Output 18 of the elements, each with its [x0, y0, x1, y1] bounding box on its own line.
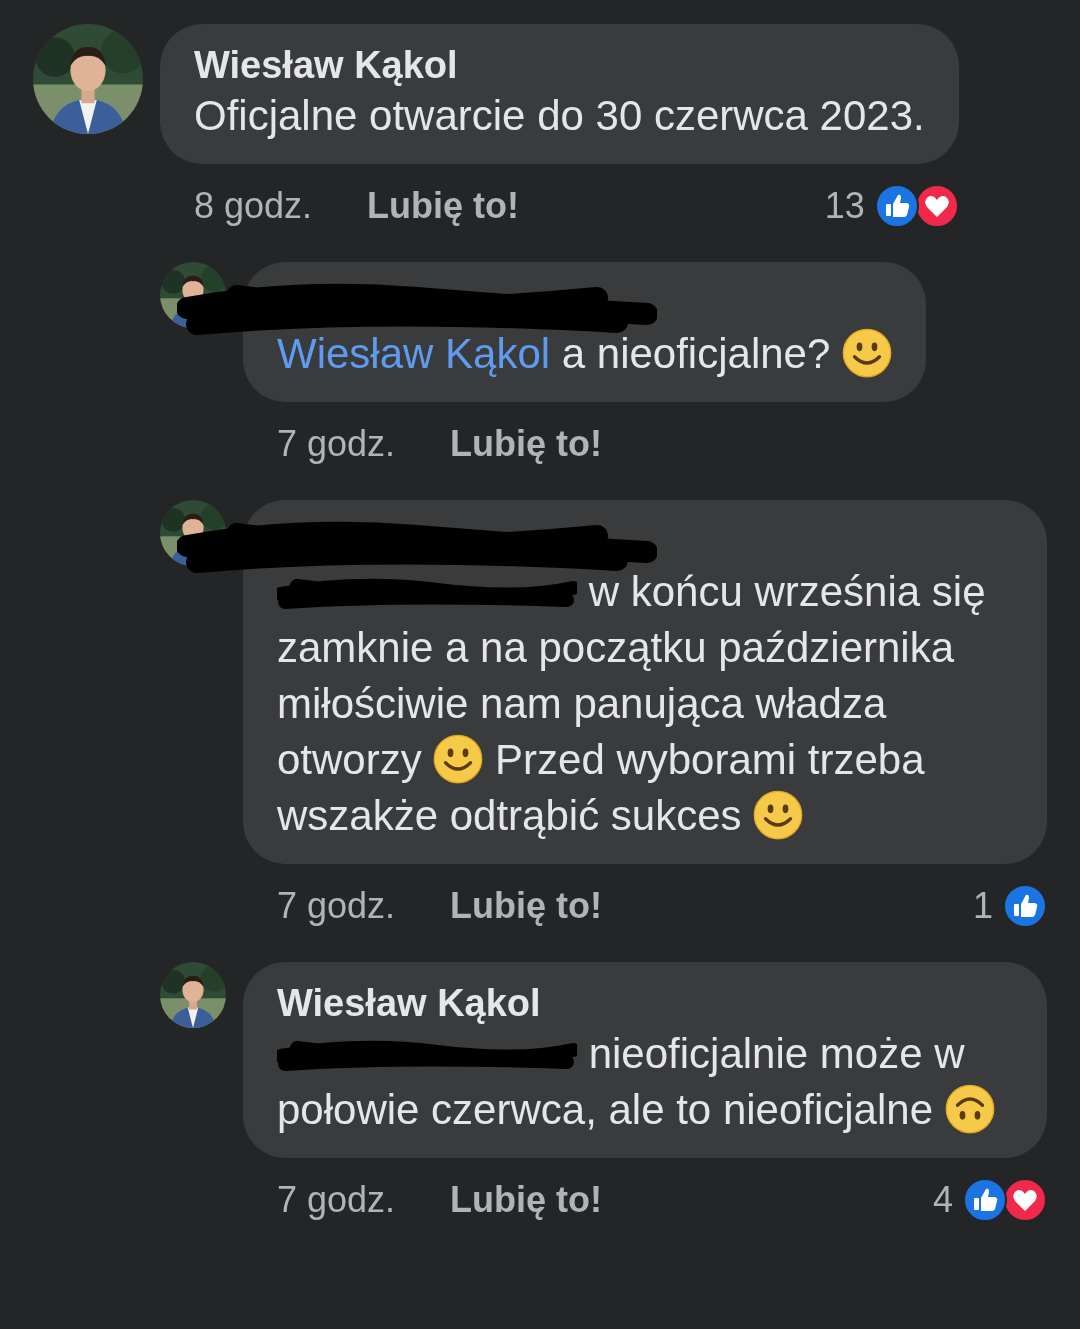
- comment-text: Wiesław Kąkol a nieoficjalne?: [277, 326, 892, 382]
- comment-text: nieoficjalnie może w połowie czerwca, ale to nieoficjalne: [277, 1026, 1013, 1138]
- like-link[interactable]: Lubię to!: [450, 417, 603, 471]
- like-link[interactable]: Lubię to!: [367, 179, 520, 233]
- mention-link[interactable]: Wiesław Kąkol: [277, 330, 551, 377]
- comment-text: Oficjalne otwarcie do 30 czerwca 2023.: [194, 91, 925, 141]
- comment-time: 7 godz.: [277, 884, 396, 928]
- author-name[interactable]: Wiesław Kąkol: [194, 42, 925, 88]
- like-link[interactable]: Lubię to!: [450, 1173, 603, 1227]
- comment-time: 7 godz.: [277, 422, 396, 466]
- comment-time: 7 godz.: [277, 1178, 396, 1222]
- author-name[interactable]: Wiesław Kąkol: [277, 980, 1013, 1026]
- reaction-count: 13: [824, 184, 865, 228]
- like-link[interactable]: Lubię to!: [450, 879, 603, 933]
- reaction-count: 4: [932, 1178, 953, 1222]
- comment-time: 8 godz.: [194, 184, 313, 228]
- comment-text: w końcu września się zamknie a na początku października miłościwie nam panująca władza otworzy Przed wyborami trzeba wszakże odtrąbić sukces: [277, 567, 987, 842]
- reaction-count: 1: [972, 884, 993, 928]
